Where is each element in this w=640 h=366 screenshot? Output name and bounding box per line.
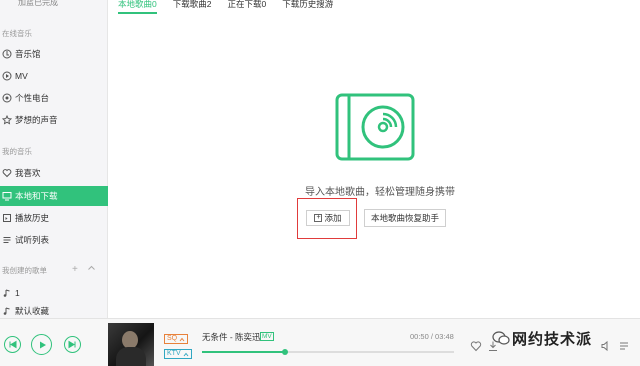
sidebar-item-label: 默认收藏 [15,306,50,316]
sidebar-item-favorites[interactable]: 我喜欢 [0,163,108,183]
sidebar-item-label: MV [15,71,28,81]
sidebar-item-label: 1 [15,288,20,298]
next-icon [68,340,76,349]
wechat-logo-icon [492,330,510,348]
mv-icon [2,71,12,81]
sidebar-item-trial-list[interactable]: 试听列表 [0,230,108,250]
volume-icon[interactable] [600,340,612,354]
section-online-music: 在线音乐 [2,29,32,38]
album-cover[interactable] [108,323,154,366]
sidebar-item-label: 音乐馆 [15,49,41,59]
quality-sq-label: SQ [167,335,178,342]
cd-case-icon [335,92,415,164]
radio-icon [2,93,12,103]
sidebar-item-history[interactable]: 播放历史 [0,208,108,228]
tab-downloading[interactable]: 正在下载0 [227,0,266,14]
next-button[interactable] [64,336,81,353]
like-heart-icon[interactable] [470,340,482,354]
sidebar-item-label: 梦想的声音 [15,115,58,125]
chevron-up-icon [183,352,189,356]
progress-fill [202,351,286,353]
section-my-music: 我的音乐 [2,147,32,156]
music-note-icon [2,306,12,316]
computer-icon [2,191,12,201]
playlist-icon[interactable] [618,340,630,354]
sidebar-item-dream-voice[interactable]: 梦想的声音 [0,110,108,130]
sidebar-item-label: 个性电台 [15,93,50,103]
sidebar-item-label: 本地和下载 [15,191,58,201]
sidebar-item-music-hall[interactable]: 音乐馆 [0,44,108,64]
music-note-icon [2,288,12,298]
progress-bar[interactable] [202,349,454,355]
section-created-playlists: 我创建的歌单 [2,266,47,275]
sidebar-item-default-favorites[interactable]: 默认收藏 [0,304,108,318]
chevron-up-icon [179,337,185,341]
add-button-label: 添加 [324,213,342,223]
sidebar-item-label: 我喜欢 [15,168,41,178]
add-playlist-plus-icon[interactable]: + [72,264,78,275]
history-icon [2,213,12,223]
playback-time: 00:50 / 03:48 [410,332,454,341]
star-icon [2,115,12,125]
quality-ktv-badge[interactable]: KTV [164,349,192,359]
progress-knob[interactable] [282,349,289,355]
local-tabs: 本地歌曲0 下载歌曲2 正在下载0 下载历史搜游 [118,0,349,14]
mv-badge[interactable]: MV [260,332,274,341]
sidebar-item-radio[interactable]: 个性电台 [0,88,108,108]
quality-sq-badge[interactable]: SQ [164,334,189,344]
collapse-chevron-up-icon[interactable] [87,263,96,274]
plus-icon: + [314,214,323,222]
sidebar-item-label: 播放历史 [15,213,50,223]
quality-ktv-label: KTV [167,350,181,357]
play-button[interactable] [31,334,52,355]
song-title[interactable]: 无条件 - 陈奕迅 [202,331,261,343]
add-button[interactable]: + 添加 [306,210,350,226]
empty-state-text: 导入本地歌曲，轻松管理随身携带 [305,187,455,198]
sidebar-item-mv[interactable]: MV [0,66,108,86]
sidebar: 加蓝已完成 在线音乐 音乐馆 MV 个性电台 梦想的声音 我的音乐 我喜欢 本地… [0,0,108,318]
previous-icon [9,340,17,349]
recover-assistant-button[interactable]: 本地歌曲恢复助手 [364,209,446,227]
tab-downloaded-songs[interactable]: 下载歌曲2 [173,0,212,14]
play-icon [39,341,46,348]
heart-icon [2,168,12,178]
previous-button[interactable] [4,336,21,353]
sidebar-item-local-download[interactable]: 本地和下载 [0,186,108,206]
tab-download-history[interactable]: 下载历史搜游 [282,0,333,14]
sidebar-top-status: 加蓝已完成 [18,0,58,7]
list-icon [2,235,12,245]
sidebar-item-label: 试听列表 [15,235,50,245]
tab-local-songs[interactable]: 本地歌曲0 [118,0,157,14]
sidebar-item-playlist-1[interactable]: 1 [0,283,108,303]
add-button-highlight: + 添加 [297,198,357,239]
watermark-text: 网约技术派 [512,331,593,348]
music-hall-icon [2,49,12,59]
